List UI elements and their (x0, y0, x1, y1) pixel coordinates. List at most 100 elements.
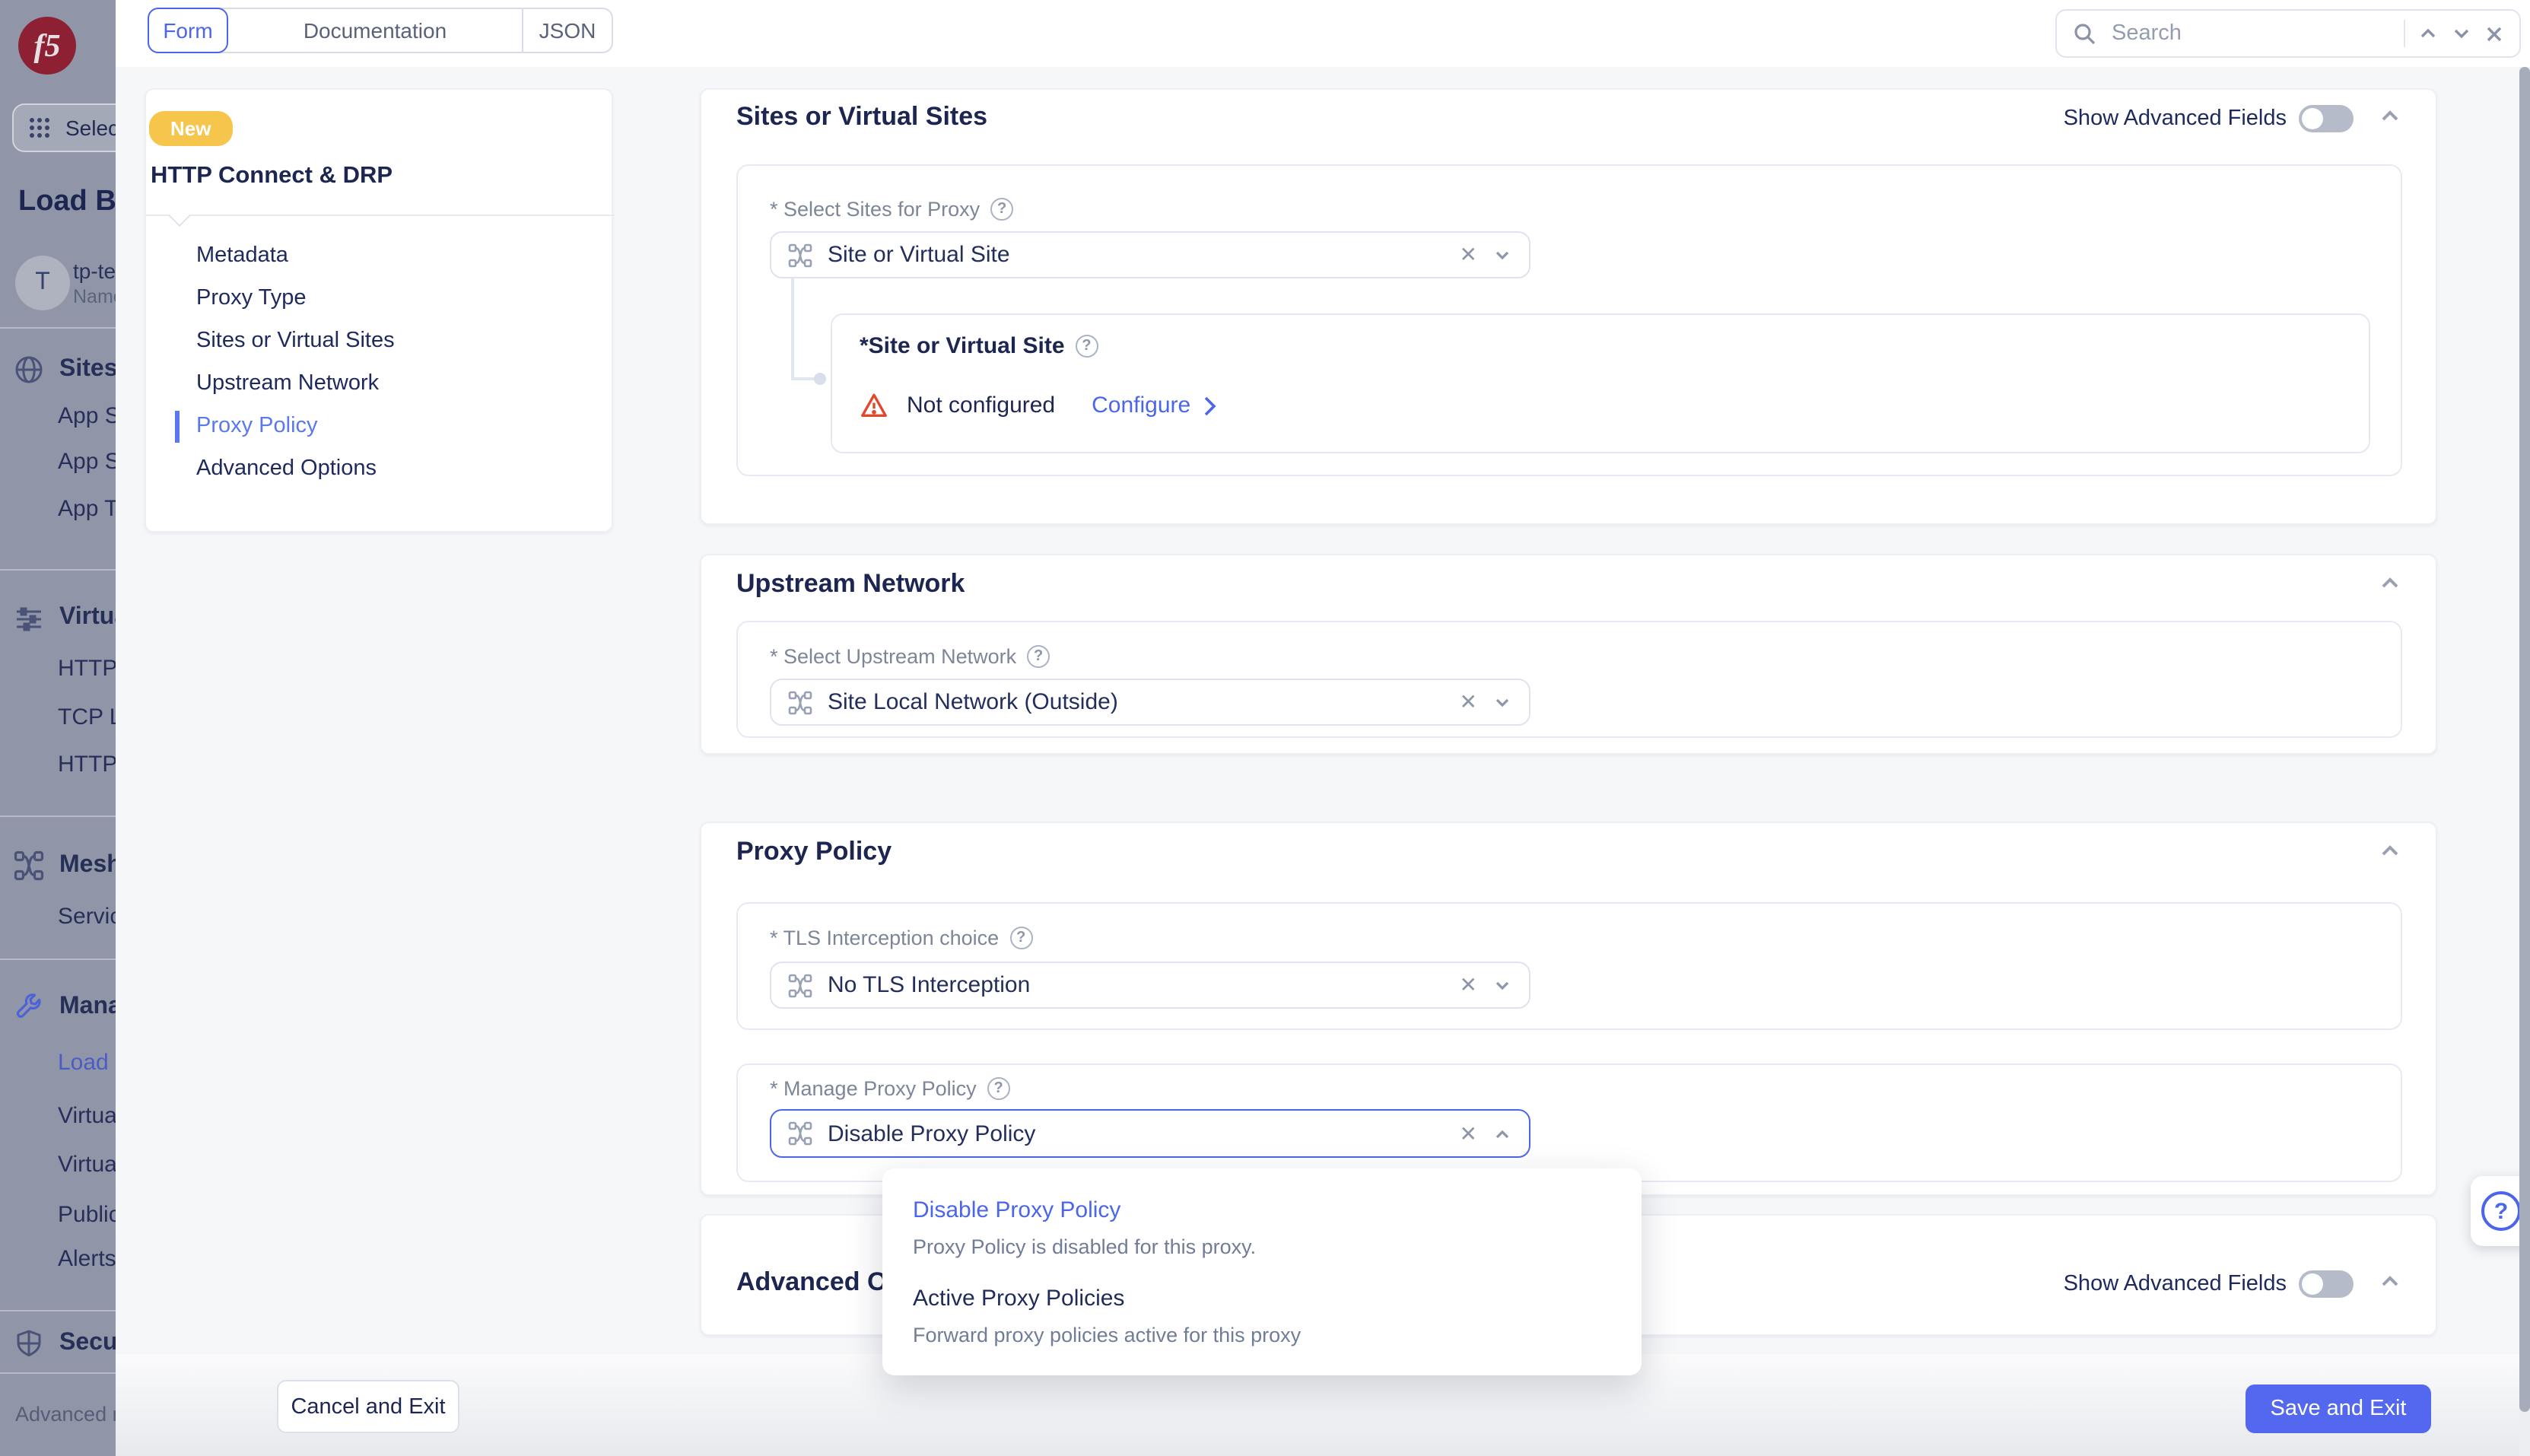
help-icon[interactable]: ? (987, 1077, 1010, 1100)
clear-icon[interactable]: ✕ (1460, 689, 1477, 715)
sliders-icon (14, 602, 44, 633)
help-icon[interactable]: ? (1076, 335, 1098, 358)
form-nav-card: New HTTP Connect & DRP Metadata Proxy Ty… (145, 88, 613, 532)
collapse-section-icon[interactable] (2381, 1275, 2399, 1287)
help-icon[interactable]: ? (1027, 645, 1050, 668)
cancel-button[interactable]: Cancel and Exit (277, 1380, 459, 1433)
clear-icon[interactable]: ✕ (1460, 1121, 1477, 1146)
chevron-up-icon[interactable] (1492, 1124, 1512, 1143)
mesh-ref-icon (788, 973, 812, 997)
sidebar-group-label: Mana (59, 993, 116, 1021)
collapse-section-icon[interactable] (2381, 110, 2399, 122)
form-nav-item-advanced[interactable]: Advanced Options (196, 456, 377, 481)
f5-logo: f5 (18, 17, 76, 75)
mesh-ref-icon (788, 1121, 812, 1146)
divider (146, 215, 615, 216)
search-icon (2072, 21, 2096, 46)
view-tabs: Form Documentation JSON (148, 8, 613, 53)
select-value: Site Local Network (Outside) (828, 689, 1445, 715)
show-advanced-label: Show Advanced Fields (1949, 1272, 2287, 1296)
scrollbar-track[interactable] (2519, 67, 2530, 1456)
chevron-down-icon[interactable] (1492, 692, 1512, 712)
sidebar-item-active: Load Ba (58, 1050, 116, 1076)
select-value: Disable Proxy Policy (828, 1121, 1445, 1146)
manage-proxy-policy-dropdown: Disable Proxy Policy Proxy Policy is dis… (882, 1168, 1642, 1375)
save-button[interactable]: Save and Exit (2246, 1384, 2431, 1433)
search-prev-icon[interactable] (2417, 23, 2439, 44)
workspace-subtitle: Name (73, 286, 116, 307)
search-bar (2055, 9, 2521, 58)
sidebar-group-label: Secur (59, 1330, 116, 1357)
divider (0, 815, 116, 817)
sidebar-item: Servic (58, 904, 116, 930)
sidebar-item: App S (58, 449, 116, 475)
form-nav-item-metadata[interactable]: Metadata (196, 243, 288, 268)
chevron-down-icon[interactable] (1492, 975, 1512, 995)
form-nav-item-proxy-type[interactable]: Proxy Type (196, 286, 307, 310)
warning-icon (860, 391, 888, 420)
status-text: Not configured (907, 393, 1055, 418)
collapse-section-icon[interactable] (2381, 844, 2399, 857)
manage-proxy-policy-select[interactable]: Disable Proxy Policy ✕ (770, 1109, 1530, 1158)
upstream-network-select[interactable]: Site Local Network (Outside) ✕ (770, 679, 1530, 726)
sidebar-group-virtual: Virtua (14, 602, 116, 633)
form-nav-item-proxy-policy[interactable]: Proxy Policy (196, 414, 318, 438)
help-icon[interactable]: ? (990, 198, 1013, 221)
screen: f5 Select Load Ba T tp-te Name Sites App… (0, 0, 2530, 1456)
divider (2404, 20, 2405, 47)
divider (0, 958, 116, 960)
sidebar-group-manage: Mana (14, 992, 116, 1022)
sidebar-group-sites: Sites (14, 354, 116, 385)
tab-documentation[interactable]: Documentation (228, 9, 522, 52)
namespace-select-label: Select (65, 116, 116, 140)
search-next-icon[interactable] (2451, 23, 2472, 44)
divider (0, 1310, 116, 1311)
form-title: HTTP Connect & DRP (151, 163, 393, 190)
collapse-section-icon[interactable] (2381, 577, 2399, 589)
tab-form[interactable]: Form (148, 8, 228, 53)
mesh-ref-icon (788, 690, 812, 714)
section-title: Proxy Policy (736, 837, 892, 867)
sidebar-item: TCP L (58, 704, 116, 730)
connector-line (791, 377, 815, 380)
modal-topbar: Form Documentation JSON (116, 0, 2530, 67)
section-proxy-policy-card: Proxy Policy * TLS Interception choice ?… (700, 822, 2437, 1196)
clear-icon[interactable]: ✕ (1460, 242, 1477, 268)
sidebar-group-mesh: Mesh (14, 850, 116, 881)
field-label: * Select Sites for Proxy ? (770, 198, 1013, 221)
namespace-select-button: Select (12, 103, 116, 152)
show-advanced-toggle[interactable] (2299, 105, 2354, 132)
sidebar-heading: Load Ba (18, 186, 116, 219)
configure-link[interactable]: Configure (1092, 393, 1216, 418)
sites-for-proxy-select[interactable]: Site or Virtual Site ✕ (770, 231, 1530, 278)
show-advanced-label: Show Advanced Fields (1949, 106, 2287, 131)
field-group-box: * Select Upstream Network ? Site Local N… (736, 621, 2402, 738)
clear-icon[interactable]: ✕ (1460, 972, 1477, 998)
tls-interception-select[interactable]: No TLS Interception ✕ (770, 962, 1530, 1009)
divider (0, 327, 116, 329)
sidebar-item: Virtua (58, 1152, 116, 1178)
show-advanced-toggle[interactable] (2299, 1270, 2354, 1298)
chevron-down-icon[interactable] (1492, 245, 1512, 265)
sidebar-item: App S (58, 403, 116, 429)
form-nav-item-sites[interactable]: Sites or Virtual Sites (196, 329, 395, 353)
section-title: Upstream Network (736, 569, 965, 599)
dropdown-option-selected[interactable]: Disable Proxy Policy (913, 1197, 1120, 1223)
question-icon: ? (2481, 1191, 2521, 1231)
help-icon[interactable]: ? (1009, 927, 1032, 949)
field-label: * Select Upstream Network ? (770, 645, 1050, 668)
sidebar-item: Alerts (58, 1246, 116, 1272)
connector-line (791, 278, 794, 379)
dropdown-option[interactable]: Active Proxy Policies (913, 1286, 1124, 1311)
dropdown-option-description: Forward proxy policies active for this p… (913, 1324, 1301, 1346)
sidebar-item: Virtua (58, 1103, 116, 1129)
field-group-box: * Select Sites for Proxy ? Site or Virtu… (736, 164, 2402, 476)
scrollbar-thumb[interactable] (2519, 67, 2530, 1412)
grid-icon (27, 116, 52, 140)
tab-json[interactable]: JSON (522, 9, 612, 52)
dropdown-option-description: Proxy Policy is disabled for this proxy. (913, 1235, 1256, 1258)
search-close-icon[interactable] (2484, 24, 2504, 43)
form-nav-item-upstream[interactable]: Upstream Network (196, 371, 379, 396)
search-input[interactable] (2109, 20, 2392, 47)
nested-status-row: Not configured Configure (860, 391, 1216, 420)
